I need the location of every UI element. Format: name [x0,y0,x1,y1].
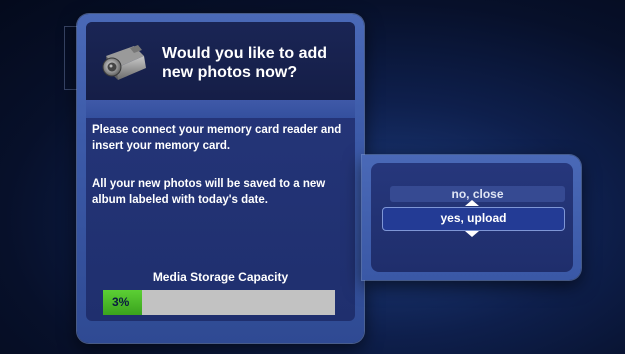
message-new-album: All your new photos will be saved to a n… [92,178,326,206]
storage-capacity-bar: 3% [103,290,335,315]
options-panel: no, close yes, upload [362,155,581,280]
yes-upload-button[interactable]: yes, upload [382,207,565,231]
camera-icon [102,45,146,80]
storage-capacity-label: Media Storage Capacity [152,270,289,284]
arrow-up-icon[interactable] [465,200,479,206]
options-list: no, close yes, upload [371,163,573,272]
dialog-body: Would you like to add new photos now? Pl… [86,22,355,321]
dialog-header: Would you like to add new photos now? [86,22,355,100]
storage-percent-text: 3% [112,295,130,309]
dialog-title: Would you like to add new photos now? [162,45,328,81]
message-connect-card: Please connect your memory card reader a… [92,124,342,152]
arrow-down-icon[interactable] [465,231,479,237]
add-photos-dialog: Would you like to add new photos now? Pl… [77,14,364,343]
header-divider [86,100,355,118]
